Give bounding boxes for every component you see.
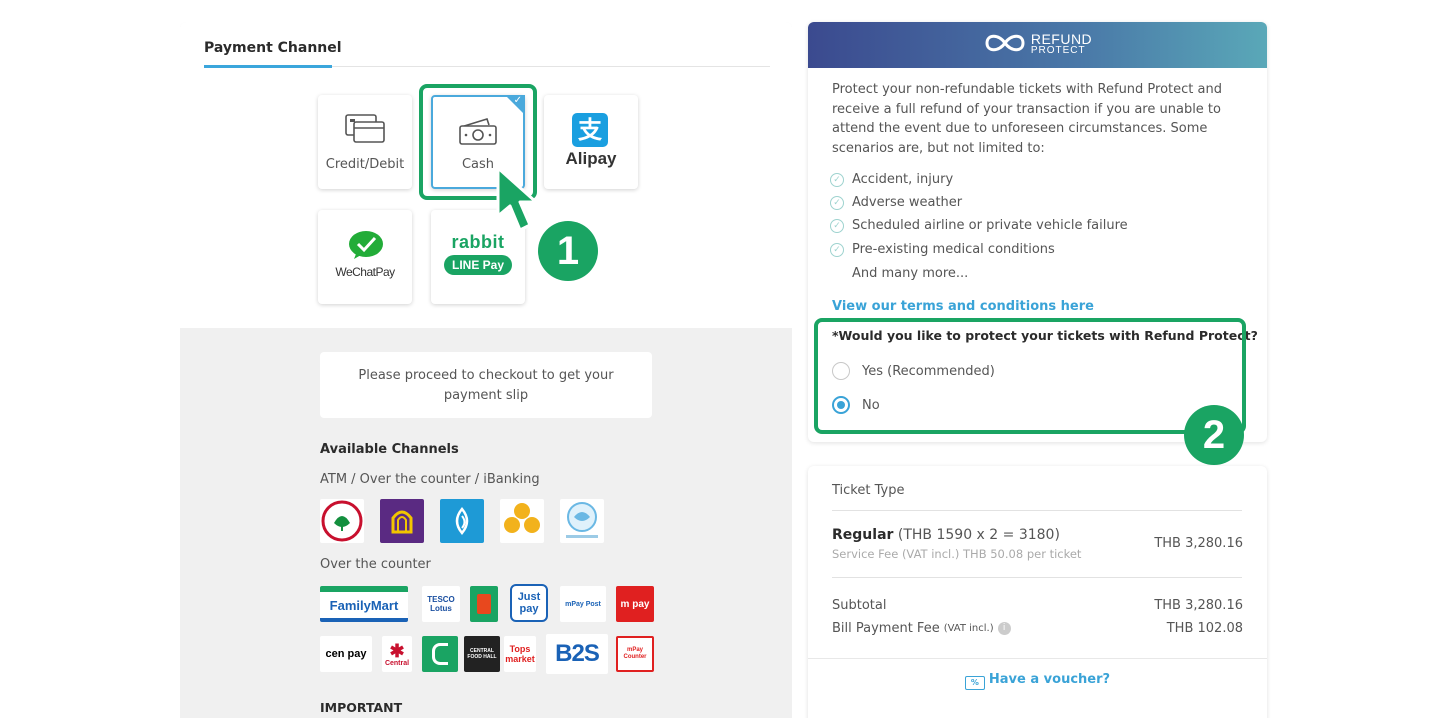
atm-label: ATM / Over the counter / iBanking (320, 472, 540, 487)
krungsri-bank-logo (380, 499, 424, 543)
check-circle-icon: ✓ (830, 172, 844, 187)
refund-protect-header: REFUND PROTECT (808, 22, 1267, 68)
mpay-counter-logo: mPay Counter (616, 636, 654, 672)
alipay-label: Alipay (565, 149, 617, 168)
bill-fee-note: (VAT incl.) (943, 623, 994, 634)
check-circle-icon: ✓ (830, 242, 844, 257)
ticket-total: THB 3,280.16 (1154, 536, 1243, 551)
service-fee: Service Fee (VAT incl.) THB 50.08 per ti… (832, 547, 1082, 561)
ticket-line: Regular (THB 1590 x 2 = 3180) (832, 527, 1060, 543)
ticket-name: Regular (832, 527, 894, 543)
credit-card-icon (344, 113, 386, 149)
available-channels-heading: Available Channels (320, 442, 459, 457)
brand-line2: PROTECT (1030, 45, 1086, 56)
ticket-calc: (THB 1590 x 2 = 3180) (893, 527, 1060, 543)
infinity-icon (983, 32, 1027, 58)
summary-divider (832, 510, 1242, 511)
payment-method-alipay[interactable]: 支 Alipay (544, 95, 638, 189)
central-logo: ✱ Central (382, 636, 412, 672)
alipay-logo: 支 (572, 113, 608, 147)
tesco-lotus-logo: TESCO Lotus (422, 586, 460, 622)
scenario-text: Accident, injury (852, 172, 954, 187)
scenario-item: ✓ Adverse weather (830, 195, 962, 210)
scenario-item: ✓ Pre-existing medical conditions (830, 242, 1055, 257)
title-underline-active (204, 65, 332, 68)
voucher-divider (808, 658, 1267, 659)
scenario-text: Pre-existing medical conditions (852, 242, 1055, 257)
subtotal-label: Subtotal (832, 598, 887, 613)
mpay-logo: m pay (616, 586, 654, 622)
scenario-text: Scheduled airline or private vehicle fai… (852, 218, 1128, 233)
scenario-item: ✓ Scheduled airline or private vehicle fa… (830, 218, 1128, 233)
credit-debit-label: Credit/Debit (325, 157, 405, 172)
just-pay-logo: Just pay (510, 584, 548, 622)
check-circle-icon: ✓ (830, 195, 844, 210)
central-food-hall-logo: CENTRAL FOOD HALL (464, 636, 500, 672)
summary-divider (832, 577, 1242, 578)
order-summary-card: Ticket Type Regular (THB 1590 x 2 = 3180… (808, 466, 1267, 718)
payment-channel-title: Payment Channel (204, 40, 342, 56)
scenario-text: Adverse weather (852, 195, 963, 210)
bill-fee-value: THB 102.08 (1166, 621, 1243, 636)
info-icon[interactable]: i (997, 622, 1011, 635)
wechat-pay-icon (348, 230, 384, 264)
cursor-arrow-icon (494, 164, 540, 238)
voucher-link[interactable]: % Have a voucher? (808, 672, 1267, 690)
scenario-more: And many more... (852, 266, 969, 281)
wechat-pay-label: WeChatPay (335, 265, 395, 279)
refund-protect-brand: REFUND PROTECT (1030, 32, 1092, 57)
seven-eleven-logo (470, 586, 498, 622)
familymart-logo: FamilyMart (320, 586, 408, 622)
robinson-logo (422, 636, 458, 672)
highlight-box-refund-question (814, 318, 1246, 434)
subtotal-value: THB 3,280.16 (1154, 598, 1243, 613)
b2s-logo: B2S (546, 634, 608, 674)
step-badge-2: 2 (1184, 405, 1244, 465)
kasikorn-bank-logo (320, 499, 364, 543)
payment-method-credit-debit[interactable]: Credit/Debit (318, 95, 412, 189)
pay-at-post-logo: mPay Post (560, 586, 606, 622)
refund-protect-intro: Protect your non-refundable tickets with… (832, 82, 1222, 156)
krungthai-bank-logo (500, 499, 544, 543)
terms-link[interactable]: View our terms and conditions here (832, 299, 1094, 314)
bill-fee-row: Bill Payment Fee (VAT incl.) i (832, 621, 1011, 636)
voucher-icon: % (964, 676, 985, 690)
check-circle-icon: ✓ (830, 218, 844, 233)
bangkok-bank-logo (440, 499, 484, 543)
tops-market-logo: Tops market (504, 636, 536, 672)
payment-slip-message: Please proceed to checkout to get your p… (320, 352, 652, 418)
bill-fee-label: Bill Payment Fee (832, 621, 940, 636)
scenario-item: ✓ Accident, injury (830, 172, 953, 187)
counter-label: Over the counter (320, 557, 431, 572)
cenpay-logo: cen pay (320, 636, 372, 672)
voucher-label: Have a voucher? (988, 672, 1111, 687)
important-heading: IMPORTANT (320, 700, 403, 715)
line-pay-pill: LINE Pay (444, 255, 512, 275)
central-logo-text: Central (384, 659, 410, 667)
step-badge-1: 1 (538, 221, 598, 281)
payment-method-wechat-pay[interactable]: WeChatPay (318, 210, 412, 304)
ticket-type-label: Ticket Type (832, 483, 905, 498)
gsb-bank-logo (560, 499, 604, 543)
